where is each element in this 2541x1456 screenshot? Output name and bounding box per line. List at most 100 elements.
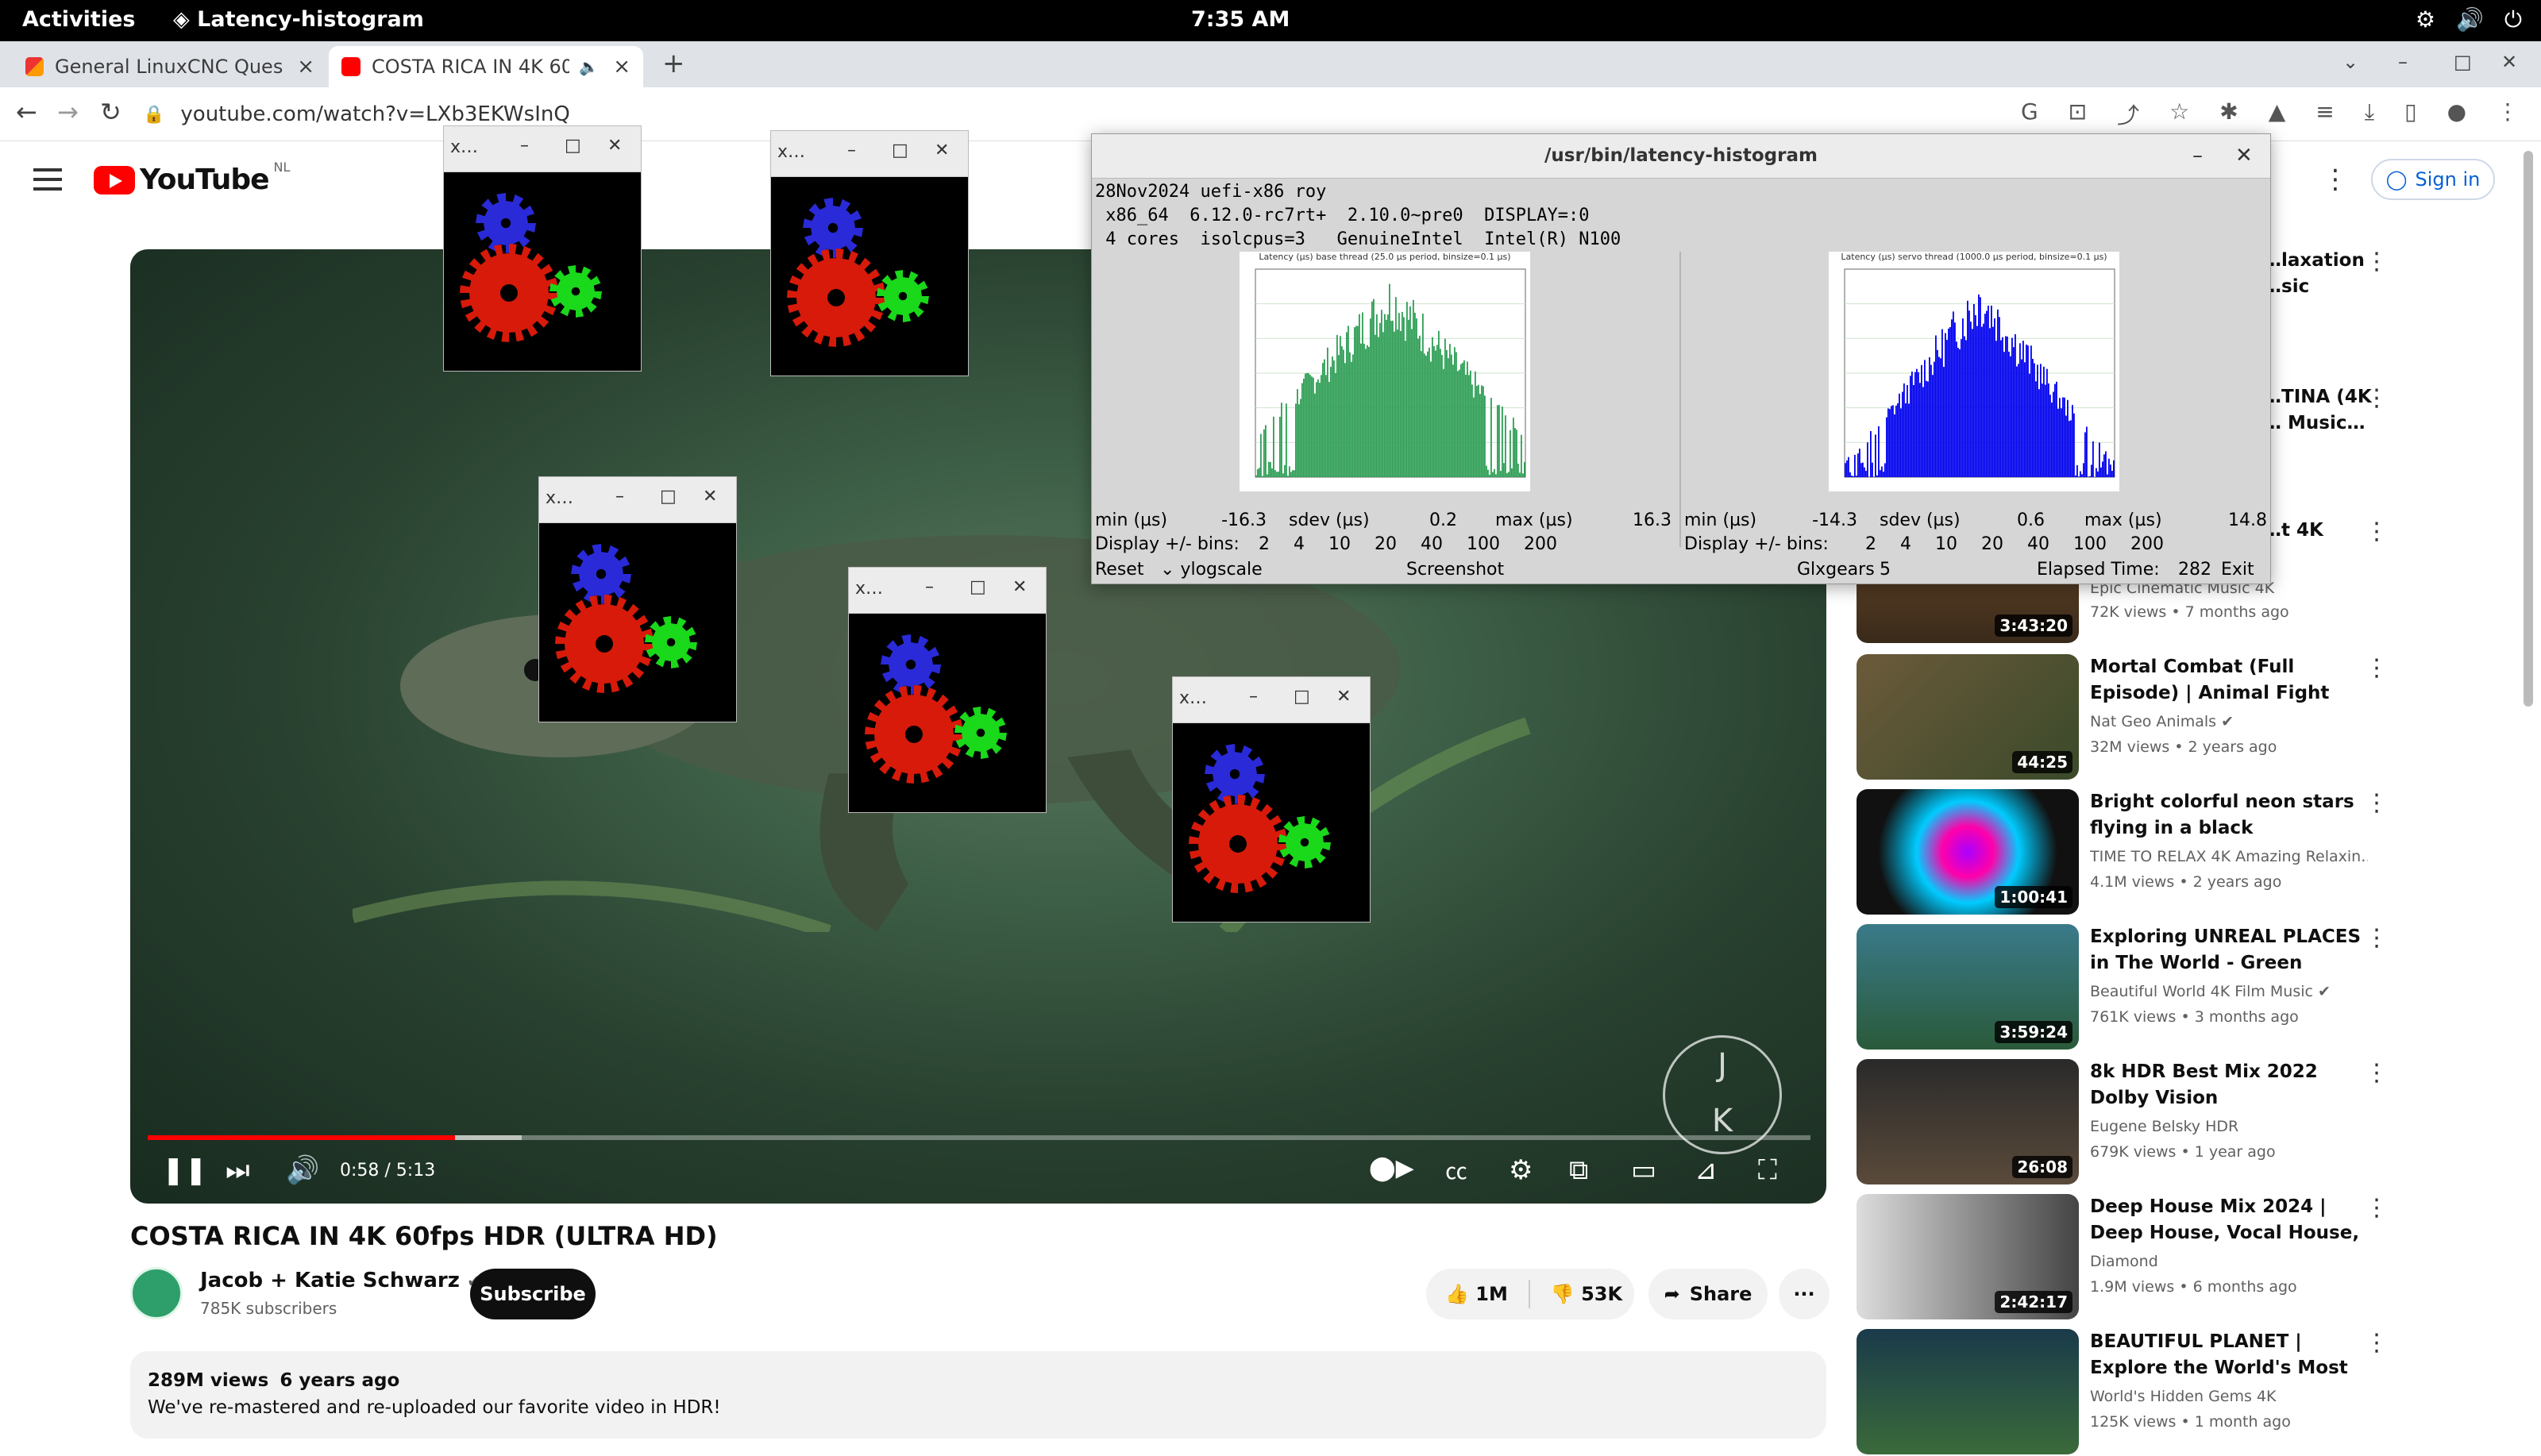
google-icon[interactable]: G (2021, 98, 2038, 130)
glxgears-titlebar[interactable]: x…–□✕ (444, 126, 641, 172)
glxgears-window[interactable]: x…–□✕ (848, 567, 1047, 813)
extensions-icon[interactable]: ✱ (2219, 98, 2238, 130)
dislike-button[interactable]: 👎 53K (1551, 1283, 1622, 1305)
recommendation-item[interactable]: 26:08 8k HDR Best Mix 2022 Dolby Vision … (1857, 1059, 2539, 1186)
exit-button[interactable]: Exit (2221, 560, 2254, 580)
tab-search-icon[interactable]: ⌄ (2342, 51, 2358, 73)
maximize-browser-icon[interactable]: □ (2454, 51, 2472, 73)
subtitles-icon[interactable]: ㏄ (1445, 1154, 1467, 1186)
glxgears-window[interactable]: x…–□✕ (770, 130, 969, 376)
fullscreen-icon[interactable]: ⛶ (1758, 1154, 1777, 1186)
latency-titlebar[interactable]: /usr/bin/latency-histogram – ✕ (1092, 134, 2270, 179)
progress-bar[interactable] (148, 1135, 1810, 1140)
new-tab-button[interactable]: + (662, 48, 685, 79)
minimize-icon[interactable]: – (2192, 144, 2203, 168)
servo-bin-options[interactable]: 2 4 10 20 40 100 200 (1865, 534, 2164, 554)
bin-option[interactable]: 10 (1328, 534, 1351, 554)
mute-tab-icon[interactable]: 🔈 (579, 57, 599, 76)
bin-option[interactable]: 20 (1981, 534, 2003, 554)
recommendation-item[interactable]: 44:25 Mortal Combat (Full Episode) | Ani… (1857, 654, 2539, 781)
rec-menu-icon[interactable]: ⋮ (2365, 384, 2389, 412)
miniplayer-icon[interactable]: ⧉ (1569, 1154, 1588, 1186)
tab-youtube[interactable]: COSTA RICA IN 4K 60fps 🔈 × (329, 46, 643, 87)
glxgears-window[interactable]: x…–□✕ (538, 476, 737, 722)
app-menu[interactable]: ◈ Latency-histogram (173, 7, 424, 32)
minimize-icon[interactable]: – (615, 487, 624, 507)
maximize-icon[interactable]: □ (565, 136, 581, 156)
maximize-icon[interactable]: □ (1294, 687, 1310, 707)
volume-icon[interactable]: 🔊 (286, 1154, 319, 1186)
close-icon[interactable]: ✕ (1336, 687, 1351, 707)
share-button[interactable]: ➦Share (1648, 1269, 1768, 1319)
extension-icon[interactable]: ▲ (2269, 98, 2286, 130)
bin-option[interactable]: 100 (1467, 534, 1500, 554)
maximize-icon[interactable]: □ (892, 141, 908, 160)
recommendation-item[interactable]: BEAUTIFUL PLANET | Explore the World's M… (1857, 1329, 2539, 1456)
bin-option[interactable]: 2 (1865, 534, 1876, 554)
rec-menu-icon[interactable]: ⋮ (2365, 1194, 2389, 1222)
page-scrollbar[interactable] (2524, 151, 2533, 707)
profile-icon[interactable]: ● (2447, 98, 2466, 130)
recommendation-item[interactable]: 3:59:24 Exploring UNREAL PLACES in The W… (1857, 924, 2539, 1051)
glxgears-window[interactable]: x…–□✕ (1172, 676, 1371, 923)
bin-option[interactable]: 4 (1900, 534, 1911, 554)
reload-icon[interactable]: ↻ (100, 97, 121, 127)
rec-menu-icon[interactable]: ⋮ (2365, 654, 2389, 682)
ylogscale-checkbox[interactable]: ⌄ ylogscale (1160, 560, 1263, 580)
activities-button[interactable]: Activities (22, 7, 135, 32)
site-info-icon[interactable]: 🔒 (143, 105, 164, 125)
latency-histogram-window[interactable]: /usr/bin/latency-histogram – ✕ 28Nov2024… (1091, 133, 2271, 584)
youtube-logo[interactable]: YouTube NL (94, 164, 290, 196)
minimize-icon[interactable]: – (925, 577, 934, 597)
autoplay-toggle-icon[interactable]: ⬤▶ (1369, 1154, 1414, 1182)
rec-menu-icon[interactable]: ⋮ (2365, 248, 2389, 275)
close-tab-icon[interactable]: × (613, 55, 630, 79)
settings-menu-icon[interactable]: ⋮ (2322, 164, 2349, 195)
menu-icon[interactable]: ⋮ (2497, 98, 2519, 130)
bin-option[interactable]: 100 (2073, 534, 2107, 554)
bin-option[interactable]: 4 (1294, 534, 1305, 554)
more-actions-button[interactable]: ··· (1779, 1269, 1830, 1319)
cast-icon[interactable]: ⊿ (1695, 1154, 1718, 1186)
glxgears-count[interactable]: 5 (1880, 560, 1891, 580)
bin-option[interactable]: 200 (2130, 534, 2164, 554)
rec-menu-icon[interactable]: ⋮ (2365, 1329, 2389, 1357)
theater-mode-icon[interactable]: ▭ (1631, 1154, 1656, 1186)
pause-icon[interactable]: ❚❚ (162, 1154, 207, 1186)
minimize-icon[interactable]: – (847, 141, 856, 160)
glxgears-titlebar[interactable]: x…–□✕ (849, 568, 1046, 614)
close-icon[interactable]: ✕ (703, 487, 717, 507)
minimize-icon[interactable]: – (1249, 687, 1258, 707)
close-browser-icon[interactable]: ✕ (2501, 51, 2517, 73)
reset-button[interactable]: Reset (1095, 560, 1143, 580)
bin-option[interactable]: 40 (2027, 534, 2049, 554)
address-bar[interactable]: 🔒 youtube.com/watch?v=LXb3EKWsInQ (143, 94, 2049, 135)
close-tab-icon[interactable]: × (297, 55, 314, 79)
maximize-icon[interactable]: □ (660, 487, 677, 507)
minimize-icon[interactable]: – (520, 136, 529, 156)
guide-menu-icon[interactable] (33, 168, 62, 192)
channel-avatar[interactable] (130, 1267, 183, 1319)
subscribe-button[interactable]: Subscribe (470, 1269, 596, 1319)
bin-option[interactable]: 10 (1935, 534, 1957, 554)
download-icon[interactable]: ⤓ (2365, 98, 2374, 130)
screenshot-button[interactable]: Screenshot (1406, 560, 1504, 580)
glxgears-window[interactable]: x…–□✕ (443, 125, 642, 372)
forward-icon[interactable]: → (57, 97, 79, 127)
sign-in-button[interactable]: ◯ Sign in (2371, 159, 2495, 200)
minimize-browser-icon[interactable]: – (2398, 51, 2408, 73)
close-icon[interactable]: ✕ (935, 141, 949, 160)
close-icon[interactable]: ✕ (607, 136, 622, 156)
clock[interactable]: 7:35 AM (1191, 7, 1290, 32)
settings-gear-icon[interactable]: ⚙ (1509, 1154, 1533, 1186)
share-icon[interactable]: ⤴ (2117, 98, 2139, 130)
recommendation-item[interactable]: 1:00:41 Bright colorful neon stars flyin… (1857, 789, 2539, 916)
side-panel-icon[interactable]: ▯ (2404, 98, 2416, 130)
system-tray[interactable]: ⚙ 🔊 ⏻ (2416, 6, 2522, 33)
rec-menu-icon[interactable]: ⋮ (2365, 518, 2389, 545)
rec-menu-icon[interactable]: ⋮ (2365, 1059, 2389, 1087)
glxgears-titlebar[interactable]: x…–□✕ (771, 131, 968, 177)
glxgears-titlebar[interactable]: x…–□✕ (539, 477, 736, 523)
like-button[interactable]: 👍 1M (1445, 1283, 1508, 1305)
rec-menu-icon[interactable]: ⋮ (2365, 924, 2389, 952)
